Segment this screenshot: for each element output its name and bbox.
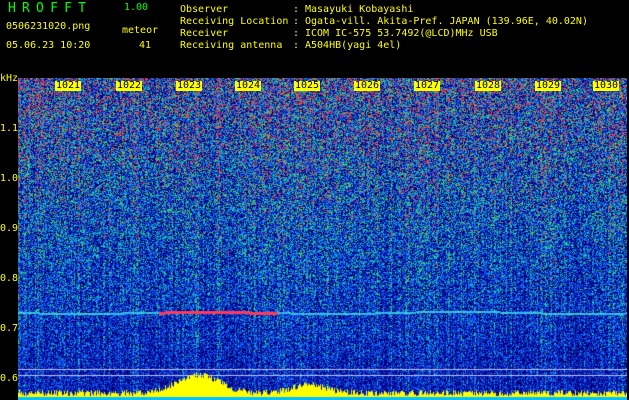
meteor-count: 41 — [139, 40, 152, 51]
receiver-value: ICOM IC-575 53.7492(@LCD)MHz USB — [305, 28, 498, 39]
info-colon: : — [293, 40, 300, 51]
observer-label: Observer — [180, 4, 229, 15]
x-tick-label: 1022 — [116, 80, 143, 91]
x-tick-label: 1021 — [55, 80, 82, 91]
datetime: 05.06.23 10:20 — [6, 40, 91, 51]
x-tick-label: 1023 — [176, 80, 203, 91]
x-tick-label: 1030 — [593, 80, 620, 91]
y-axis-unit: kHz — [0, 73, 19, 84]
location-label: Receiving Location — [180, 16, 289, 27]
y-tick-label: 1.0 — [0, 173, 19, 184]
spectrogram — [18, 78, 627, 400]
info-colon: : — [293, 16, 300, 27]
app-title: HROFFT — [8, 1, 93, 16]
y-tick-label: 0.7 — [0, 323, 19, 334]
x-tick-label: 1028 — [475, 80, 502, 91]
antenna-label: Receiving antenna — [180, 40, 283, 51]
observer-value: Masayuki Kobayashi — [305, 4, 414, 15]
x-tick-label: 1027 — [414, 80, 441, 91]
y-tick-label: 0.9 — [0, 223, 19, 234]
location-value: Ogata-vill. Akita-Pref. JAPAN (139.96E, … — [305, 16, 588, 27]
y-tick-label: 1.1 — [0, 123, 19, 134]
antenna-value: A504HB(yagi 4el) — [305, 40, 402, 51]
app-version: 1.00 — [124, 2, 149, 13]
y-tick-label: 0.6 — [0, 373, 19, 384]
info-colon: : — [293, 28, 300, 39]
info-colon: : — [293, 4, 300, 15]
x-tick-label: 1026 — [354, 80, 381, 91]
file-name: 0506231020.png — [6, 21, 91, 32]
receiver-label: Receiver — [180, 28, 229, 39]
x-tick-label: 1024 — [235, 80, 262, 91]
meteor-label: meteor — [122, 25, 159, 36]
y-tick-label: 0.8 — [0, 273, 19, 284]
x-tick-label: 1025 — [294, 80, 321, 91]
x-tick-label: 1029 — [535, 80, 562, 91]
